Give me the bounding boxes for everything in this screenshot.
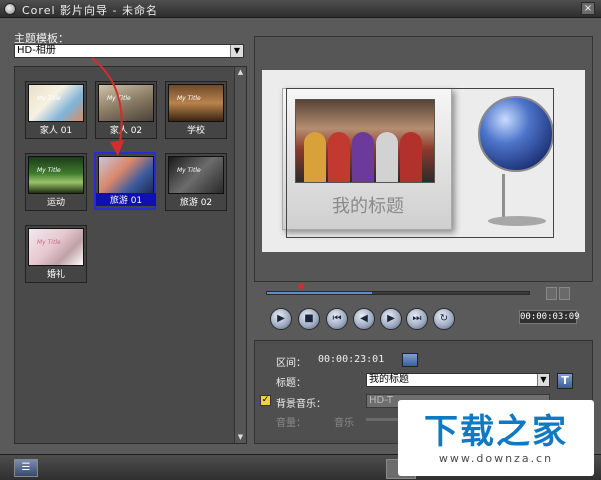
go-to-end-button[interactable]: ⏭ [406, 308, 428, 330]
watermark-url-text: www.downza.cn [438, 452, 554, 465]
thumbnail-caption: 家人 02 [109, 126, 143, 136]
template-thumb-sport[interactable]: My Title 运动 [25, 153, 87, 211]
music-input-value: HD-T [369, 395, 394, 406]
watermark-main-text: 下载之家 [424, 412, 568, 452]
title-input-value: 我的标题 [369, 374, 409, 385]
playhead-marker-icon[interactable]: ▼ [298, 283, 308, 293]
thumbnail-image: My Title [98, 84, 154, 122]
chevron-down-icon[interactable]: ▼ [230, 45, 243, 57]
go-to-start-button[interactable]: ⏮ [326, 308, 348, 330]
template-thumb-travel-01[interactable]: 旅游 01 [94, 152, 156, 210]
thumbnail-overlay-title: My Title [177, 95, 201, 102]
music-label: 背景音乐： [276, 399, 326, 410]
duration-edit-button[interactable] [402, 353, 418, 367]
preview-screen[interactable]: 我的标题 [262, 70, 585, 252]
title-bar: Corel 影片向导 - 未命名 × [0, 0, 601, 18]
scroll-down-icon[interactable]: ▼ [236, 433, 245, 442]
thumbnail-image: My Title [168, 84, 224, 122]
template-thumb-school[interactable]: My Title 学校 [165, 81, 227, 139]
previous-frame-button[interactable]: ◀ [353, 308, 375, 330]
thumbnail-overlay-title: My Title [37, 167, 61, 174]
scroll-up-icon[interactable]: ▲ [236, 68, 245, 77]
app-icon [4, 3, 16, 15]
play-button[interactable]: ▶ [270, 308, 292, 330]
template-thumb-wedding[interactable]: My Title 婚礼 [25, 225, 87, 283]
duration-label: 区间： [276, 358, 306, 369]
duration-value: 00:00:23:01 [318, 354, 385, 365]
thumbnail-caption: 学校 [186, 126, 205, 136]
trim-in-button[interactable] [546, 287, 557, 300]
thumbnail-caption: 婚礼 [46, 270, 65, 280]
theme-dropdown[interactable]: HD-相册 ▼ [14, 44, 244, 58]
template-thumb-travel-02[interactable]: My Title 旅游 02 [165, 153, 227, 211]
stop-button[interactable]: ■ [298, 308, 320, 330]
thumbnail-image: My Title [168, 156, 224, 194]
template-gallery: My Title 家人 01 My Title 家人 02 My Title 学… [14, 66, 247, 444]
thumbnail-caption: 旅游 02 [179, 198, 213, 208]
timeline-progress [267, 292, 372, 294]
watermark-logo: 下载之家 www.downza.cn [398, 400, 594, 476]
trim-out-button[interactable] [559, 287, 570, 300]
gallery-scrollbar[interactable]: ▲ ▼ [234, 67, 246, 443]
timecode-display[interactable]: 00:00:03:09 [519, 310, 580, 324]
volume-label: 音量： [276, 418, 306, 429]
template-thumb-family-01[interactable]: My Title 家人 01 [25, 81, 87, 139]
music-checkbox[interactable]: ✓ [260, 395, 271, 406]
template-thumb-family-02[interactable]: My Title 家人 02 [95, 81, 157, 139]
thumbnail-overlay-title: My Title [37, 239, 61, 246]
title-label: 标题： [276, 378, 306, 389]
repeat-button[interactable]: ↻ [433, 308, 455, 330]
theme-selected-value: HD-相册 [17, 45, 56, 56]
thumbnail-image: My Title [28, 156, 84, 194]
thumbnail-caption: 旅游 01 [96, 193, 156, 206]
thumbnail-image: My Title [28, 228, 84, 266]
text-font-button[interactable]: T [557, 373, 573, 389]
thumbnail-image: My Title [28, 84, 84, 122]
window-title: Corel 影片向导 - 未命名 [22, 4, 158, 17]
trim-buttons [546, 287, 572, 303]
title-safe-frame [286, 88, 554, 238]
close-button[interactable]: × [581, 2, 595, 15]
title-input[interactable]: 我的标题 ▼ [366, 373, 550, 387]
thumbnail-caption: 运动 [46, 198, 65, 208]
thumbnail-overlay-title: My Title [177, 167, 201, 174]
menu-button[interactable]: ☰ [14, 459, 38, 477]
next-frame-button[interactable]: ▶ [380, 308, 402, 330]
thumbnail-image [98, 156, 154, 194]
thumbnail-caption: 家人 01 [39, 126, 73, 136]
thumbnail-overlay-title: My Title [107, 95, 131, 102]
thumbnail-overlay-title: My Title [37, 95, 61, 102]
chevron-down-icon[interactable]: ▼ [537, 374, 549, 386]
music-volume-label: 音乐 [334, 418, 354, 429]
